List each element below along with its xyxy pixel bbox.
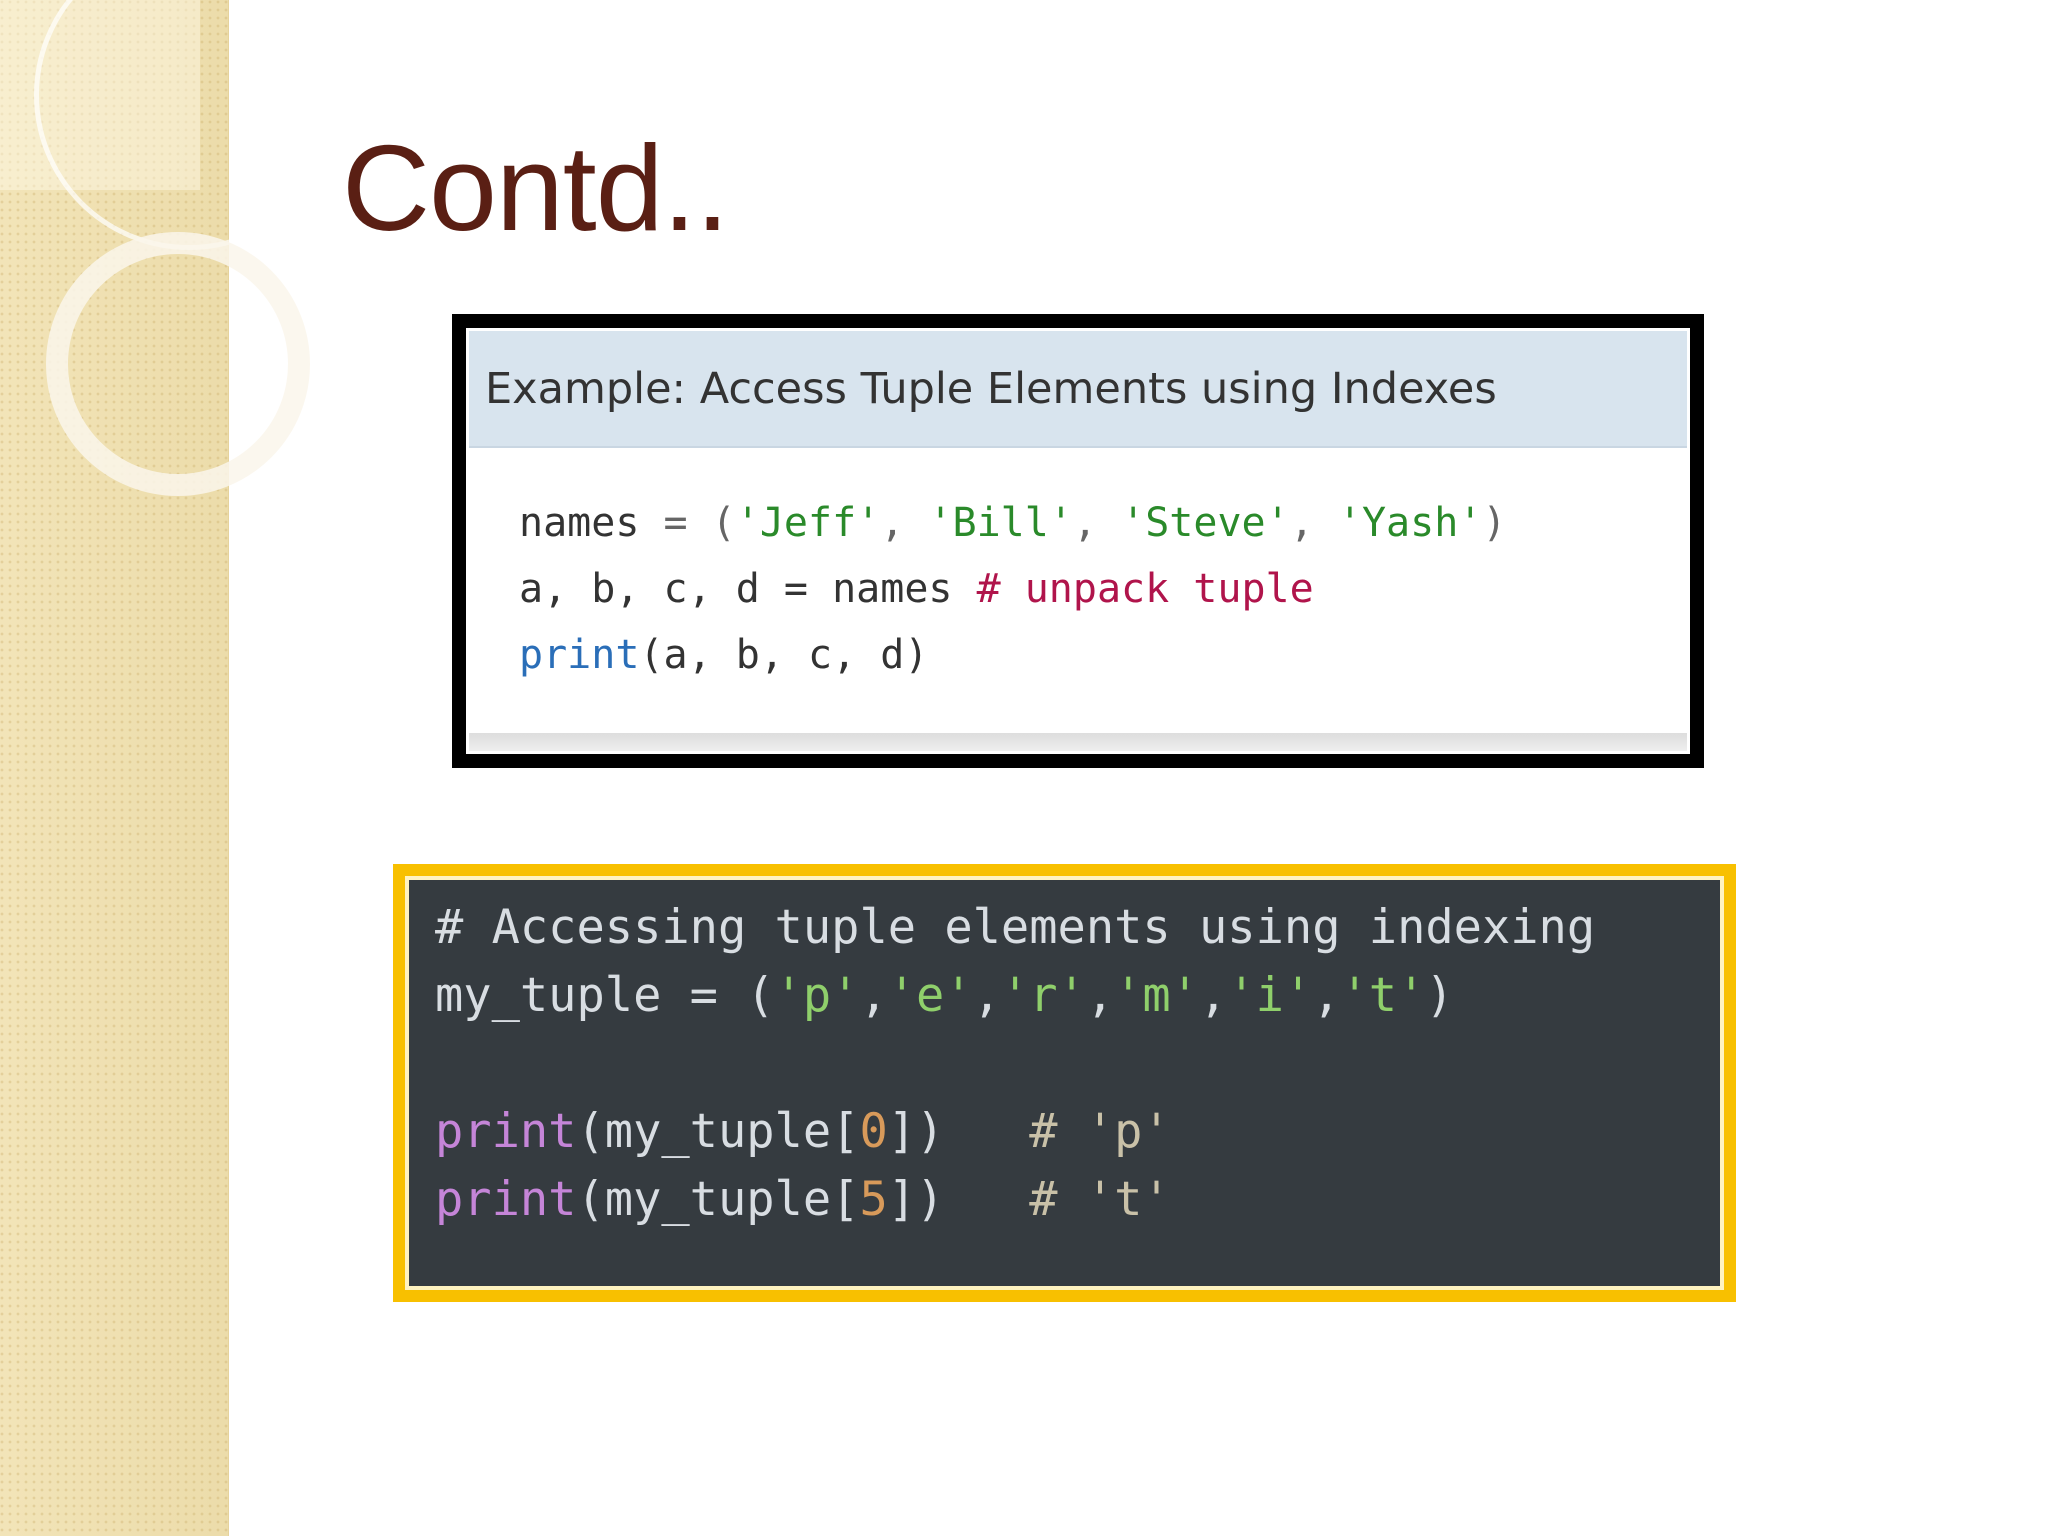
- dark-function: print: [435, 1104, 577, 1159]
- dark-function: print: [435, 1172, 577, 1227]
- code-string: 'Yash': [1337, 500, 1483, 546]
- dark-comment: # 'p': [1029, 1104, 1171, 1159]
- example-panel: Example: Access Tuple Elements using Ind…: [464, 326, 1692, 756]
- code-string: 'Steve': [1121, 500, 1290, 546]
- code-sep: ,: [1289, 500, 1338, 546]
- dark-code-block: # Accessing tuple elements using indexin…: [405, 876, 1724, 1290]
- code-sep: ,: [880, 500, 929, 546]
- dark-line-2: my_tuple = ('p','e','r','m','i','t'): [435, 968, 1454, 1023]
- decorative-ring-small: [46, 232, 310, 496]
- example-code-block: names = ('Jeff', 'Bill', 'Steve', 'Yash'…: [469, 448, 1687, 688]
- example-code-screenshot: Example: Access Tuple Elements using Ind…: [452, 314, 1704, 768]
- code-line-1: names = ('Jeff', 'Bill', 'Steve', 'Yash'…: [519, 490, 1687, 556]
- code-var: names: [519, 500, 640, 546]
- code-args: (a, b, c, d): [639, 632, 929, 678]
- dark-string: 'e': [887, 968, 973, 1023]
- code-text: a, b, c, d = names: [519, 566, 977, 612]
- dark-line-1: # Accessing tuple elements using indexin…: [435, 900, 1596, 955]
- code-sep: ,: [1072, 500, 1122, 546]
- code-operator: =: [639, 500, 712, 546]
- dark-line-5: print(my_tuple[5]) # 't': [435, 1166, 1720, 1234]
- dark-string: 'r': [1000, 968, 1086, 1023]
- dark-code-text: ]): [887, 1172, 1030, 1227]
- dark-string: 'p': [774, 968, 860, 1023]
- dark-comment: # 't': [1029, 1172, 1171, 1227]
- dark-code-text: (my_tuple[: [576, 1172, 860, 1227]
- dark-string: 't': [1340, 968, 1426, 1023]
- dark-code-text: (my_tuple[: [576, 1104, 860, 1159]
- code-comment: # unpack tuple: [976, 566, 1314, 612]
- dark-index: 0: [859, 1104, 888, 1159]
- slide-title: Contd..: [342, 120, 729, 256]
- code-line-3: print(a, b, c, d): [519, 622, 1687, 688]
- dark-code-var: my_tuple = (: [435, 968, 775, 1023]
- code-function: print: [519, 632, 640, 678]
- code-string: 'Jeff': [735, 500, 881, 546]
- code-paren: (: [711, 500, 736, 546]
- code-string: 'Bill': [928, 500, 1073, 546]
- dark-code-screenshot: # Accessing tuple elements using indexin…: [393, 864, 1736, 1302]
- dark-paren: ): [1425, 968, 1454, 1023]
- example-header: Example: Access Tuple Elements using Ind…: [469, 331, 1687, 448]
- example-bottom-bar: [469, 733, 1687, 751]
- dark-blank-line: [435, 1030, 1720, 1098]
- dark-index: 5: [859, 1172, 888, 1227]
- code-line-2: a, b, c, d = names # unpack tuple: [519, 556, 1687, 622]
- code-paren: ): [1482, 500, 1507, 546]
- dark-code-text: ]): [887, 1104, 1030, 1159]
- dark-line-4: print(my_tuple[0]) # 'p': [435, 1098, 1720, 1166]
- dark-string: 'm': [1114, 968, 1200, 1023]
- dark-string: 'i': [1227, 968, 1313, 1023]
